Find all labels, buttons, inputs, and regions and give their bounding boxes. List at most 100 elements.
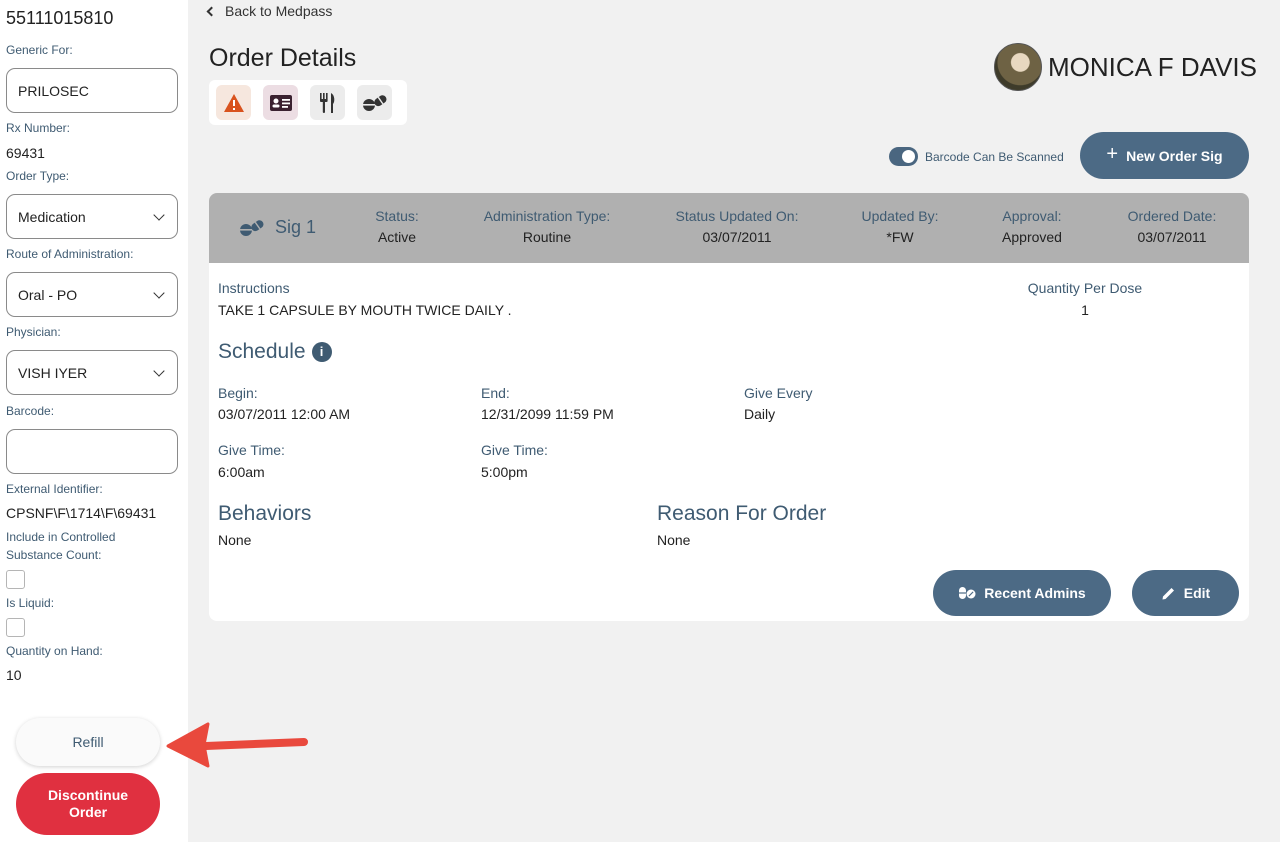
generic-for-field[interactable]: PRILOSEC (6, 68, 178, 113)
sig-approval: Approval: Approved (982, 208, 1082, 245)
give-time-value-1: 6:00am (218, 464, 265, 480)
info-icon[interactable]: i (311, 341, 332, 362)
warning-icon[interactable] (216, 85, 251, 120)
sig-ordered-date-label: Ordered Date: (1127, 208, 1217, 224)
order-type-select[interactable]: Medication (6, 194, 178, 239)
generic-for-value: PRILOSEC (18, 82, 89, 99)
refill-button[interactable]: Refill (16, 718, 160, 766)
chevron-down-icon (153, 208, 165, 221)
behaviors-heading: Behaviors (218, 502, 312, 525)
route-value: Oral - PO (18, 286, 78, 303)
sig-status-updated-value: 03/07/2011 (702, 229, 772, 245)
new-order-sig-label: New Order Sig (1126, 147, 1223, 164)
controlled-substance-label-line2: Substance Count: (6, 548, 102, 562)
sig-card-header: Sig 1 Status: Active Administration Type:… (209, 193, 1249, 263)
begin-label: Begin: (218, 385, 258, 401)
schedule-heading: Schedule i (218, 340, 332, 364)
physician-select[interactable]: VISH IYER (6, 350, 178, 395)
route-label: Route of Administration: (6, 247, 134, 261)
sig-approval-label: Approval: (1002, 208, 1062, 224)
ndc-number: 55111015810 (6, 8, 114, 28)
controlled-substance-label-line1: Include in Controlled (6, 530, 116, 544)
edit-label: Edit (1183, 585, 1211, 601)
physician-label: Physician: (6, 325, 61, 339)
generic-for-label: Generic For: (6, 43, 73, 57)
sig-title: Sig 1 (239, 217, 316, 238)
patient-header: MONICA F DAVIS (994, 43, 1257, 91)
sig-status: Status: Active (355, 208, 439, 245)
external-identifier-label: External Identifier: (6, 482, 103, 496)
pills-icon[interactable] (357, 85, 392, 120)
sig-status-updated-label: Status Updated On: (675, 208, 799, 224)
rx-number-label: Rx Number: (6, 121, 71, 135)
instructions-value: TAKE 1 CAPSULE BY MOUTH TWICE DAILY . (218, 302, 512, 318)
is-liquid-label: Is Liquid: (6, 596, 55, 610)
barcode-label: Barcode: (6, 404, 55, 418)
new-order-sig-button[interactable]: + New Order Sig (1080, 132, 1249, 179)
edit-button[interactable]: Edit (1132, 570, 1239, 616)
sig-card: Sig 1 Status: Active Administration Type:… (209, 193, 1249, 621)
sig-admin-type-label: Administration Type: (483, 208, 611, 224)
order-type-label: Order Type: (6, 169, 70, 183)
sig-status-value: Active (377, 229, 417, 245)
instructions-label: Instructions (218, 280, 290, 296)
quantity-per-dose-value: 1 (1081, 302, 1089, 318)
id-card-icon[interactable] (263, 85, 298, 120)
quantity-on-hand-value: 10 (6, 667, 22, 683)
behaviors-value: None (218, 532, 252, 548)
physician-value: VISH IYER (18, 364, 88, 381)
schedule-title: Schedule (218, 340, 306, 363)
chevron-left-icon (206, 6, 217, 16)
give-time-label-1: Give Time: (218, 442, 285, 458)
sig-approval-value: Approved (1002, 229, 1062, 245)
sig-updated-by: Updated By: *FW (845, 208, 955, 245)
page-title: Order Details (209, 44, 357, 72)
sig-updated-by-value: *FW (886, 229, 914, 245)
is-liquid-checkbox[interactable] (6, 618, 25, 637)
sig-status-updated: Status Updated On: 03/07/2011 (657, 208, 817, 245)
sig-admin-type-value: Routine (522, 229, 572, 245)
route-select[interactable]: Oral - PO (6, 272, 178, 317)
pills-icon (959, 587, 976, 599)
quantity-on-hand-label: Quantity on Hand: (6, 644, 103, 658)
patient-avatar (994, 43, 1042, 91)
sig-status-label: Status: (375, 208, 419, 224)
end-label: End: (481, 385, 510, 401)
barcode-scan-toggle-label: Barcode Can Be Scanned (925, 149, 1064, 164)
recent-admins-button[interactable]: Recent Admins (933, 570, 1111, 616)
chevron-down-icon (153, 286, 165, 299)
discontinue-order-button[interactable]: Discontinue Order (16, 773, 160, 835)
rx-number-value: 69431 (6, 145, 45, 161)
reason-for-order-value: None (657, 532, 691, 548)
barcode-scan-toggle[interactable] (889, 147, 918, 166)
pencil-icon (1162, 587, 1174, 599)
external-identifier-value: CPSNF\F\1714\F\69431 (6, 505, 157, 521)
barcode-scan-toggle-row: Barcode Can Be Scanned (889, 147, 1064, 166)
quantity-per-dose-label: Quantity Per Dose (1027, 280, 1143, 296)
begin-value: 03/07/2011 12:00 AM (218, 406, 351, 422)
barcode-input[interactable] (6, 429, 178, 474)
order-icon-bar (209, 80, 407, 125)
controlled-substance-checkbox[interactable] (6, 570, 25, 589)
sig-ordered-date: Ordered Date: 03/07/2011 (1112, 208, 1232, 245)
sig-name: Sig 1 (275, 217, 317, 237)
annotation-arrow (166, 722, 308, 768)
plus-icon: + (1106, 143, 1119, 165)
sig-updated-by-label: Updated By: (861, 208, 939, 224)
fork-knife-icon[interactable] (310, 85, 345, 120)
sig-admin-type: Administration Type: Routine (467, 208, 627, 245)
patient-name: MONICA F DAVIS (1048, 51, 1257, 82)
chevron-down-icon (153, 364, 165, 377)
end-value: 12/31/2099 11:59 PM (481, 406, 614, 422)
back-to-medpass-link[interactable]: Back to Medpass (206, 3, 333, 19)
reason-for-order-heading: Reason For Order (657, 502, 827, 525)
recent-admins-label: Recent Admins (984, 585, 1086, 601)
give-every-value: Daily (744, 406, 776, 422)
give-every-label: Give Every (744, 385, 813, 401)
order-type-value: Medication (18, 208, 86, 225)
back-label: Back to Medpass (225, 3, 333, 19)
give-time-value-2: 5:00pm (481, 464, 528, 480)
give-time-label-2: Give Time: (481, 442, 548, 458)
sig-ordered-date-value: 03/07/2011 (1137, 229, 1207, 245)
order-sidebar: 55111015810 Generic For: PRILOSEC Rx Num… (0, 0, 188, 842)
